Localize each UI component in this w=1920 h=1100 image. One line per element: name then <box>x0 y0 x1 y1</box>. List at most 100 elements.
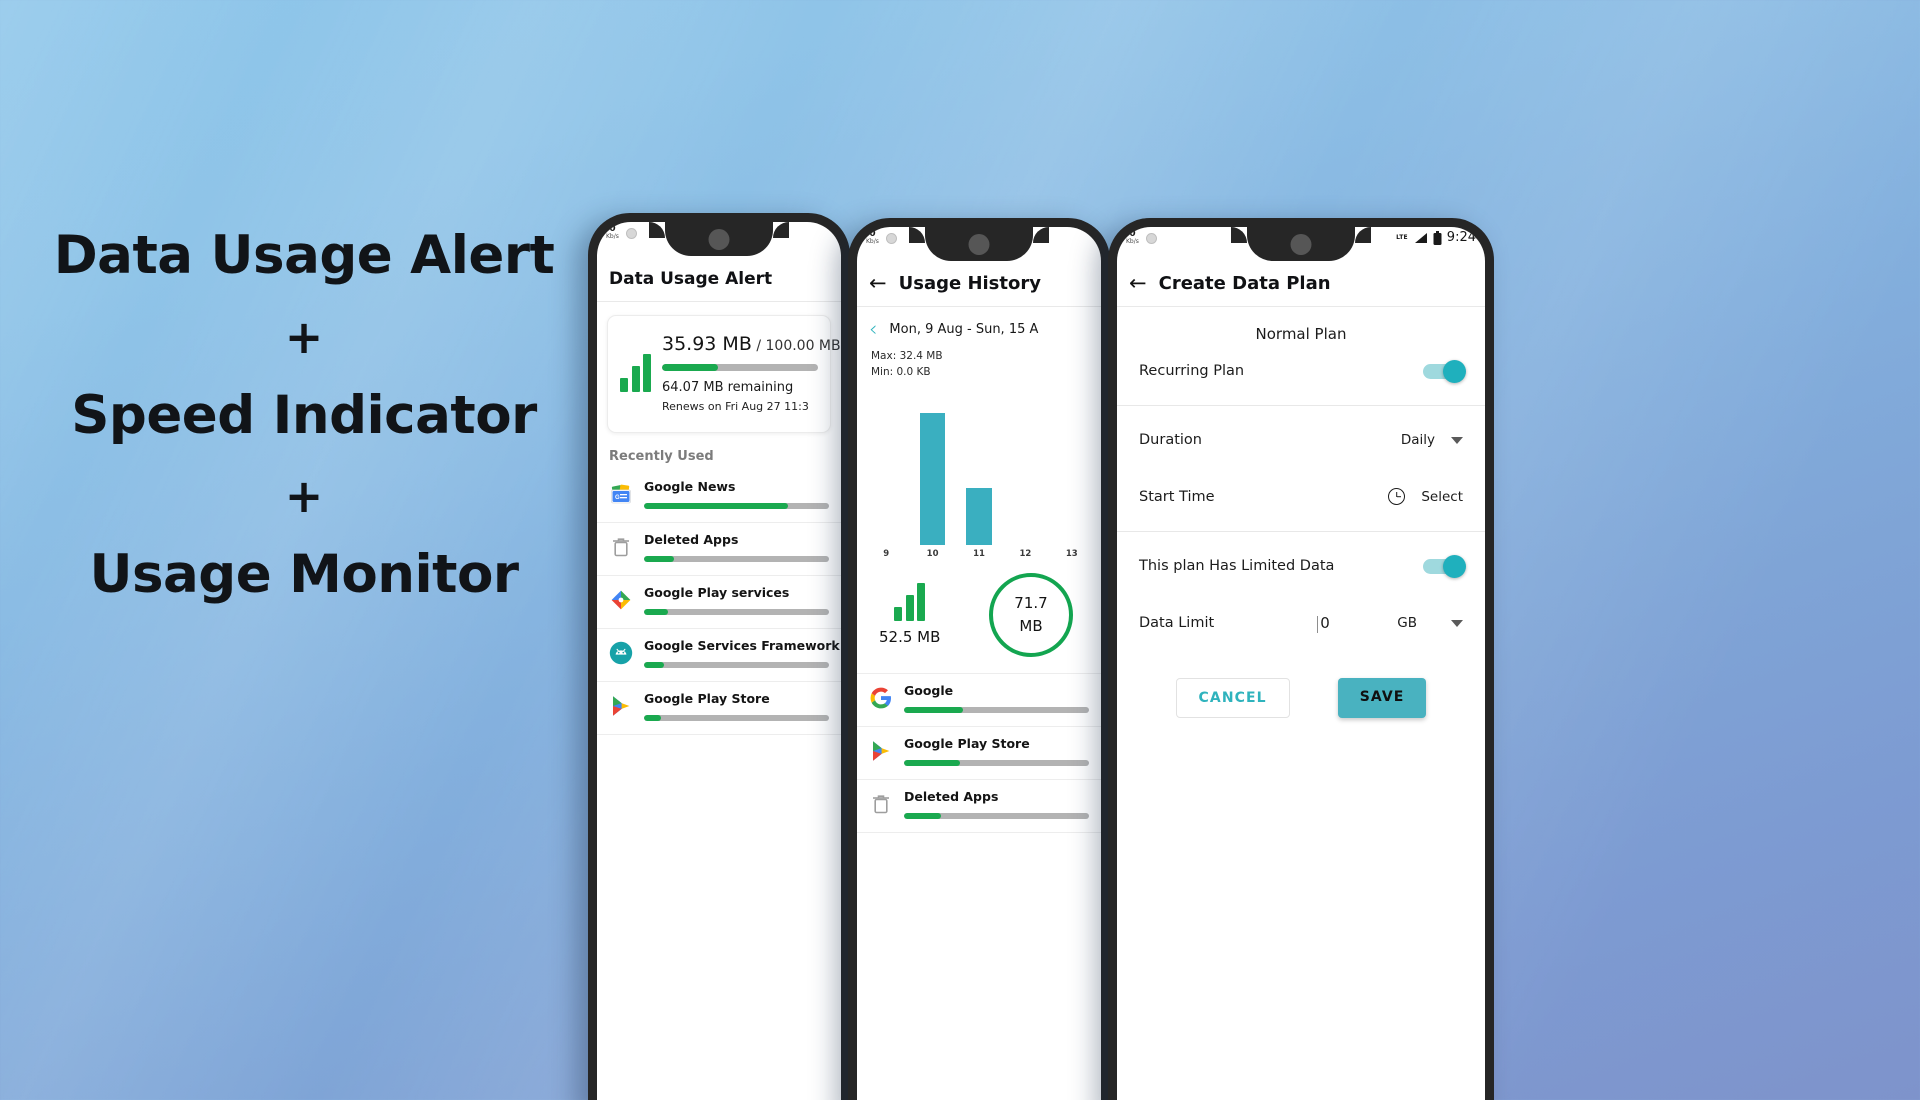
back-arrow-icon[interactable]: ← <box>869 273 887 294</box>
chart-x-tick-label: 12 <box>1019 548 1032 559</box>
usage-summary-card[interactable]: 35.93 MB / 100.00 MB 64.07 MB remaining … <box>607 315 841 433</box>
google-play-services-icon <box>609 588 633 612</box>
chevron-left-icon[interactable]: ‹ <box>869 319 877 340</box>
data-limit-unit[interactable]: GB <box>1397 615 1417 631</box>
app-name: Deleted Apps <box>904 788 999 804</box>
total-usage-value: 71.7 <box>1014 594 1048 613</box>
toggle-knob <box>1443 359 1466 383</box>
phone-usage-history: 0 Kb/s ← Usage History ‹ Mon, 9 Aug - Su… <box>848 218 1110 1100</box>
chart-x-tick-label: 11 <box>973 548 985 559</box>
total-usage-unit: MB <box>1019 617 1043 636</box>
recurring-plan-toggle[interactable] <box>1423 359 1466 383</box>
toggle-knob <box>1443 554 1466 578</box>
hero-copy: Data Usage Alert + Speed Indicator + Usa… <box>0 228 608 603</box>
data-limit-input[interactable]: 0 <box>1317 614 1363 633</box>
app-usage-row[interactable]: G Google News <box>597 470 841 523</box>
hero-plus-1: + <box>284 309 324 364</box>
date-range-selector: ‹ Mon, 9 Aug - Sun, 15 A <box>857 307 1101 342</box>
chevron-down-icon[interactable] <box>1451 619 1463 627</box>
phone1-app-bar: Data Usage Alert <box>597 256 841 302</box>
hero-line-3: Usage Monitor <box>89 544 519 606</box>
data-limit-row[interactable]: Data Limit 0 GB <box>1117 594 1485 652</box>
form-action-buttons: CANCEL SAVE <box>1117 652 1485 718</box>
network-type-label: LTE <box>1396 234 1408 241</box>
phone-data-usage-alert: 0 Kb/s Data Usage Alert 35.93 MB / 100.0… <box>588 213 850 1100</box>
mobile-total-value: 52.5 MB <box>879 628 941 647</box>
signal-bars-icon <box>620 354 651 392</box>
section-divider <box>1117 531 1485 532</box>
data-used-value: 35.93 MB <box>662 333 752 355</box>
hero-plus-2: + <box>284 469 324 524</box>
back-arrow-icon[interactable]: ← <box>1129 273 1147 294</box>
android-icon <box>609 641 633 665</box>
data-limit-label: Data Limit <box>1139 615 1215 631</box>
app-name: Google Play services <box>644 585 790 600</box>
google-icon <box>869 686 893 710</box>
google-play-store-icon <box>609 694 633 718</box>
data-used-separator: / <box>751 338 766 354</box>
data-remaining-text: 64.07 MB remaining <box>662 380 794 395</box>
signal-strength-icon <box>1414 232 1427 243</box>
min-usage-text: Min: 0.0 KB <box>871 366 931 379</box>
history-app-list: Google Google Play Store Deleted Apps <box>857 674 1101 833</box>
start-time-label: Start Time <box>1139 488 1215 505</box>
app-usage-progress-bar <box>904 812 1089 819</box>
chart-bar <box>919 413 946 545</box>
status-dot-icon <box>885 233 897 244</box>
battery-icon <box>1433 230 1442 245</box>
phone1-status-bar: 0 Kb/s <box>597 222 841 256</box>
app-usage-progress-bar <box>644 609 829 615</box>
app-usage-row[interactable]: Google Play Store <box>857 727 1101 780</box>
duration-row[interactable]: Duration Daily <box>1117 412 1485 468</box>
max-usage-text: Max: 32.4 MB <box>871 350 943 362</box>
svg-text:G: G <box>615 495 620 501</box>
start-time-value[interactable]: Select <box>1421 489 1463 505</box>
phone2-status-bar: 0 Kb/s <box>857 227 1101 261</box>
recurring-plan-row[interactable]: Recurring Plan <box>1117 343 1485 399</box>
app-name: Google Services Framework <box>644 638 840 653</box>
limited-data-toggle[interactable] <box>1423 554 1466 578</box>
app-usage-row[interactable]: Google Play Store <box>597 682 841 735</box>
app-usage-progress-bar <box>644 662 829 668</box>
plan-renewal-text: Renews on Fri Aug 27 11:3 <box>662 400 809 413</box>
total-usage-circle: 71.7 MB <box>989 572 1073 657</box>
app-usage-row[interactable]: Deleted Apps <box>597 523 841 576</box>
duration-value[interactable]: Daily <box>1401 432 1435 448</box>
page-title: Create Data Plan <box>1158 273 1331 294</box>
signal-bars-icon <box>894 583 926 622</box>
app-name: Google Play Store <box>904 735 1030 751</box>
app-usage-row[interactable]: Google <box>857 674 1101 727</box>
cancel-button[interactable]: CANCEL <box>1175 678 1290 718</box>
date-range-label: Mon, 9 Aug - Sun, 15 A <box>889 322 1039 337</box>
chevron-down-icon[interactable] <box>1451 436 1463 444</box>
plan-type-label: Normal Plan <box>1255 325 1347 343</box>
trash-icon <box>869 792 893 816</box>
usage-progress-bar <box>662 364 818 371</box>
usage-bar-chart[interactable]: 9 10 11 12 13 <box>863 399 1095 569</box>
app-name: Google <box>904 682 954 698</box>
recurring-plan-label: Recurring Plan <box>1139 363 1245 379</box>
app-usage-row[interactable]: Google Play services <box>597 576 841 629</box>
trash-icon <box>609 535 633 559</box>
start-time-row[interactable]: Start Time Select <box>1117 468 1485 525</box>
page-title: Data Usage Alert <box>609 268 773 289</box>
app-usage-progress-bar <box>644 715 829 721</box>
page-title: Usage History <box>898 273 1041 294</box>
chart-bar <box>966 487 992 545</box>
app-usage-row[interactable]: Deleted Apps <box>857 780 1101 833</box>
save-button[interactable]: SAVE <box>1337 678 1427 718</box>
speed-unit: Kb/s <box>606 233 619 240</box>
status-dot-icon <box>1145 233 1157 244</box>
section-divider <box>1117 405 1485 406</box>
duration-label: Duration <box>1139 432 1202 448</box>
limited-data-label: This plan Has Limited Data <box>1139 558 1335 574</box>
clock-icon <box>1388 488 1406 505</box>
google-news-icon: G <box>609 482 633 506</box>
hero-line-1: Data Usage Alert <box>53 225 555 286</box>
speed-unit: Kb/s <box>1126 238 1139 245</box>
limited-data-row[interactable]: This plan Has Limited Data <box>1117 538 1485 594</box>
app-usage-row[interactable]: Google Services Framework <box>597 629 841 682</box>
status-dot-icon <box>625 228 637 239</box>
clock-time: 9:24 <box>1446 230 1476 245</box>
chart-x-tick-label: 13 <box>1065 548 1078 559</box>
